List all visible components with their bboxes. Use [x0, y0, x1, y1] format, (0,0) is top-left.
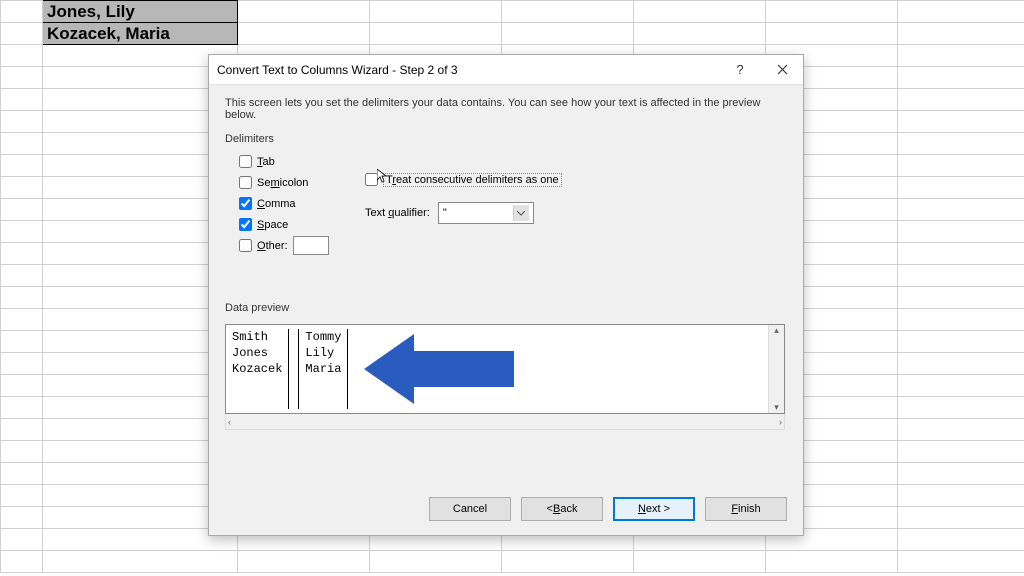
- comma-checkbox-row[interactable]: Comma: [239, 193, 345, 214]
- other-input[interactable]: [293, 236, 329, 255]
- finish-button[interactable]: Finish: [705, 497, 787, 521]
- treat-consecutive-label: Treat consecutive delimiters as one: [383, 173, 562, 187]
- cell-blank[interactable]: [1, 1, 43, 23]
- help-button[interactable]: ?: [727, 62, 753, 77]
- cell-b1[interactable]: [238, 1, 370, 23]
- preview-col-gap: [289, 329, 299, 409]
- comma-label: Comma: [257, 198, 296, 210]
- treat-consecutive-row[interactable]: Treat consecutive delimiters as one: [365, 169, 787, 190]
- scrollbar-vertical[interactable]: ▴ ▾: [768, 325, 784, 413]
- semicolon-checkbox-row[interactable]: Semicolon: [239, 172, 345, 193]
- dialog-button-row: Cancel < Back Next > Finish: [429, 497, 787, 521]
- cell-b2[interactable]: [238, 23, 370, 45]
- dialog-intro-text: This screen lets you set the delimiters …: [225, 97, 787, 121]
- scroll-left-icon: ‹: [228, 417, 231, 427]
- cell-blank[interactable]: [1, 23, 43, 45]
- space-checkbox[interactable]: [239, 218, 252, 231]
- text-qualifier-label: Text qualifier:: [365, 207, 430, 219]
- tab-checkbox[interactable]: [239, 155, 252, 168]
- cell-c1[interactable]: [370, 1, 502, 23]
- scroll-right-icon: ›: [779, 417, 782, 427]
- text-to-columns-dialog: Convert Text to Columns Wizard - Step 2 …: [208, 54, 804, 536]
- delimiters-group: Delimiters Tab Semicolon Comma Space: [225, 133, 787, 256]
- cancel-button[interactable]: Cancel: [429, 497, 511, 521]
- dialog-titlebar: Convert Text to Columns Wizard - Step 2 …: [209, 55, 803, 85]
- back-button[interactable]: < Back: [521, 497, 603, 521]
- comma-checkbox[interactable]: [239, 197, 252, 210]
- close-icon: [777, 64, 788, 75]
- tab-label: Tab: [257, 156, 275, 168]
- preview-col-2: Tommy Lily Maria: [299, 329, 348, 409]
- other-checkbox-row[interactable]: Other:: [239, 235, 345, 256]
- cell-d2[interactable]: [502, 23, 634, 45]
- cell-d1[interactable]: [502, 1, 634, 23]
- cell-a1[interactable]: Jones, Lily: [43, 1, 238, 23]
- other-checkbox[interactable]: [239, 239, 252, 252]
- cell-e1[interactable]: [634, 1, 766, 23]
- cell-g2[interactable]: [898, 23, 1024, 45]
- next-button[interactable]: Next >: [613, 497, 695, 521]
- space-checkbox-row[interactable]: Space: [239, 214, 345, 235]
- scroll-up-icon: ▴: [774, 325, 779, 336]
- space-label: Space: [257, 219, 288, 231]
- scroll-down-icon: ▾: [774, 402, 779, 413]
- cell-c2[interactable]: [370, 23, 502, 45]
- chevron-down-icon: [513, 205, 529, 221]
- semicolon-checkbox[interactable]: [239, 176, 252, 189]
- dialog-title: Convert Text to Columns Wizard - Step 2 …: [217, 63, 727, 77]
- text-qualifier-select[interactable]: ": [438, 202, 534, 224]
- cell-f1[interactable]: [766, 1, 898, 23]
- close-button[interactable]: [769, 64, 795, 75]
- scrollbar-horizontal[interactable]: ‹ ›: [225, 414, 785, 430]
- annotation-arrow-icon: [364, 329, 514, 412]
- preview-col-1: Smith Jones Kozacek: [226, 329, 289, 409]
- cell-f2[interactable]: [766, 23, 898, 45]
- other-label: Other:: [257, 240, 288, 252]
- treat-consecutive-checkbox[interactable]: [365, 173, 378, 186]
- cell-e2[interactable]: [634, 23, 766, 45]
- tab-checkbox-row[interactable]: Tab: [239, 151, 345, 172]
- cell-g1[interactable]: [898, 1, 1024, 23]
- data-preview-label: Data preview: [225, 302, 787, 314]
- delimiters-label: Delimiters: [225, 133, 787, 145]
- semicolon-label: Semicolon: [257, 177, 308, 189]
- text-qualifier-value: ": [443, 207, 447, 219]
- cell-a2[interactable]: Kozacek, Maria: [43, 23, 238, 45]
